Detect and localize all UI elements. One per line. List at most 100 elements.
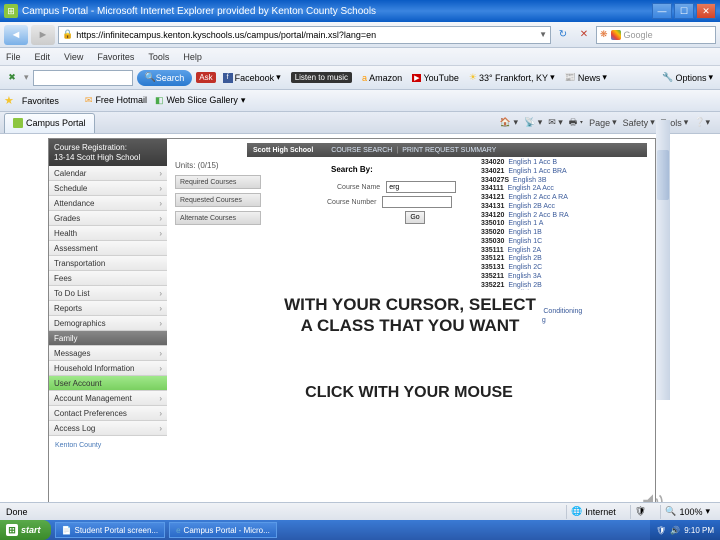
favorites-label[interactable]: Favorites xyxy=(22,96,59,106)
menu-help[interactable]: Help xyxy=(183,52,202,62)
result-item[interactable]: 335131English 2C xyxy=(481,264,582,273)
sidebar-item-useraccount[interactable]: User Account xyxy=(49,376,167,391)
result-item[interactable]: 335111English 2A xyxy=(481,247,582,256)
close-button[interactable]: ✕ xyxy=(696,3,716,19)
sidebar-item-calendar[interactable]: Calendar› xyxy=(49,166,167,181)
result-item[interactable]: 334111English 2A Acc xyxy=(481,185,582,194)
sidebar-item-messages[interactable]: Messages› xyxy=(49,346,167,361)
browser-search-box[interactable]: ❋ Google xyxy=(596,26,716,44)
result-item[interactable]: 334020English 1 Acc B xyxy=(481,159,582,168)
menu-tools[interactable]: Tools xyxy=(148,52,169,62)
task-item-2[interactable]: eCampus Portal - Micro... xyxy=(169,522,277,538)
sidebar-item-accountmgmt[interactable]: Account Management› xyxy=(49,391,167,406)
print-summary-link[interactable]: PRINT REQUEST SUMMARY xyxy=(402,147,496,154)
favorites-bar: ★ Favorites ✉Free Hotmail ◧Web Slice Gal… xyxy=(0,90,720,112)
page-button[interactable]: Page ▾ xyxy=(589,115,617,131)
minimize-button[interactable]: — xyxy=(652,3,672,19)
sidebar-item-todolist[interactable]: To Do List› xyxy=(49,286,167,301)
maximize-button[interactable]: ☐ xyxy=(674,3,694,19)
result-item[interactable]: 335010English 1 A xyxy=(481,220,582,229)
hotmail-link[interactable]: ✉Free Hotmail xyxy=(85,95,147,106)
result-item[interactable]: 335121English 2B xyxy=(481,255,582,264)
vertical-scrollbar[interactable] xyxy=(656,120,670,400)
result-item[interactable]: 335211English 3A xyxy=(481,273,582,282)
address-bar[interactable]: 🔒 https://infinitecampus.kenton.kyschool… xyxy=(58,26,551,44)
listen-link[interactable]: Listen to music xyxy=(288,72,355,83)
tab-bar: Campus Portal 🏠 ▾ 📡 ▾ ✉ ▾ 🖶 ▾ Page ▾ Saf… xyxy=(0,112,720,134)
go-button[interactable]: Go xyxy=(405,211,425,224)
scrollbar-thumb[interactable] xyxy=(657,150,669,200)
forward-button[interactable]: ► xyxy=(31,25,55,45)
zoom-level[interactable]: 🔍100% ▾ xyxy=(660,505,714,519)
address-dropdown-icon[interactable]: ▼ xyxy=(539,30,547,39)
sidebar-item-transportation[interactable]: Transportation xyxy=(49,256,167,271)
tray-icon[interactable]: 🛡 xyxy=(656,526,666,535)
tray-icon[interactable]: 🔊 xyxy=(670,526,680,535)
alternate-courses-button[interactable]: Alternate Courses xyxy=(175,211,261,225)
refresh-button[interactable]: ↻ xyxy=(554,26,572,44)
course-name-input[interactable] xyxy=(386,181,456,193)
sidebar-header: Course Registration: 13-14 Scott High Sc… xyxy=(49,139,167,166)
options-link[interactable]: 🔧Options ▾ xyxy=(659,72,716,83)
webslice-link[interactable]: ◧Web Slice Gallery ▾ xyxy=(155,95,245,106)
start-button[interactable]: ⊞start xyxy=(0,520,51,540)
sidebar-item-contactprefs[interactable]: Contact Preferences› xyxy=(49,406,167,421)
youtube-link[interactable]: ▶YouTube xyxy=(409,73,462,83)
system-tray[interactable]: 🛡 🔊 9:10 PM xyxy=(650,520,720,540)
sidebar-item-grades[interactable]: Grades› xyxy=(49,211,167,226)
sidebar-item-health[interactable]: Health› xyxy=(49,226,167,241)
facebook-link[interactable]: fFacebook ▾ xyxy=(220,72,284,83)
sidebar-item-family[interactable]: Family xyxy=(49,331,167,346)
sidebar-item-reports[interactable]: Reports› xyxy=(49,301,167,316)
menu-view[interactable]: View xyxy=(64,52,83,62)
status-internet: 🌐Internet xyxy=(566,505,620,519)
favorites-star-icon[interactable]: ★ xyxy=(4,94,14,107)
sidebar-item-household[interactable]: Household Information› xyxy=(49,361,167,376)
menu-file[interactable]: File xyxy=(6,52,21,62)
addon-icon[interactable]: ✖ xyxy=(4,70,20,86)
taskbar: ⊞start 📄Student Portal screen... eCampus… xyxy=(0,520,720,540)
amazon-link[interactable]: aAmazon xyxy=(359,73,405,83)
result-item[interactable]: 335030English 1C xyxy=(481,238,582,247)
sidebar: Course Registration: 13-14 Scott High Sc… xyxy=(49,139,167,517)
addon-toolbar: ✖ ▾ 🔍Search Ask fFacebook ▾ Listen to mu… xyxy=(0,66,720,90)
sidebar-item-schedule[interactable]: Schedule› xyxy=(49,181,167,196)
weather-link[interactable]: ☀33° Frankfort, KY ▾ xyxy=(466,72,558,83)
requested-courses-button[interactable]: Requested Courses xyxy=(175,193,261,207)
help-button[interactable]: ❔▾ xyxy=(694,115,710,131)
menu-favorites[interactable]: Favorites xyxy=(97,52,134,62)
ask-icon[interactable]: Ask xyxy=(196,72,215,83)
menu-bar: File Edit View Favorites Tools Help xyxy=(0,48,720,66)
sidebar-item-assessment[interactable]: Assessment xyxy=(49,241,167,256)
sidebar-item-fees[interactable]: Fees xyxy=(49,271,167,286)
readmail-button[interactable]: ✉ ▾ xyxy=(548,115,563,131)
result-item[interactable]: 335221English 2B xyxy=(481,282,582,291)
tab-campus-portal[interactable]: Campus Portal xyxy=(4,113,95,133)
app-icon: ⊞ xyxy=(4,4,18,18)
result-item[interactable]: 335020English 1B xyxy=(481,229,582,238)
result-item[interactable]: 334120English 2 Acc B RA xyxy=(481,212,582,221)
sidebar-item-demographics[interactable]: Demographics› xyxy=(49,316,167,331)
bing-icon: ❋ xyxy=(600,29,608,40)
school-name: Scott High School xyxy=(253,147,313,154)
back-button[interactable]: ◄ xyxy=(4,25,28,45)
result-item[interactable]: 334027SEnglish 3B xyxy=(481,177,582,186)
course-number-input[interactable] xyxy=(382,196,452,208)
sidebar-item-accesslog[interactable]: Access Log› xyxy=(49,421,167,436)
result-item[interactable]: 334121English 2 Acc A RA xyxy=(481,194,582,203)
news-link[interactable]: 📰News ▾ xyxy=(562,72,610,83)
addon-search-input[interactable] xyxy=(33,70,133,86)
print-button[interactable]: 🖶 ▾ xyxy=(569,115,583,131)
home-button[interactable]: 🏠 ▾ xyxy=(500,115,518,131)
sidebar-item-attendance[interactable]: Attendance› xyxy=(49,196,167,211)
task-item-1[interactable]: 📄Student Portal screen... xyxy=(55,522,166,538)
safety-button[interactable]: Safety ▾ xyxy=(623,115,655,131)
course-search-link[interactable]: COURSE SEARCH xyxy=(331,147,392,154)
menu-edit[interactable]: Edit xyxy=(35,52,51,62)
result-item[interactable]: 334021English 1 Acc BRA xyxy=(481,168,582,177)
feeds-button[interactable]: 📡 ▾ xyxy=(524,115,542,131)
result-item[interactable]: 334131English 2B Acc xyxy=(481,203,582,212)
stop-button[interactable]: ✕ xyxy=(575,26,593,44)
addon-search-button[interactable]: 🔍Search xyxy=(137,70,193,86)
required-courses-button[interactable]: Required Courses xyxy=(175,175,261,189)
